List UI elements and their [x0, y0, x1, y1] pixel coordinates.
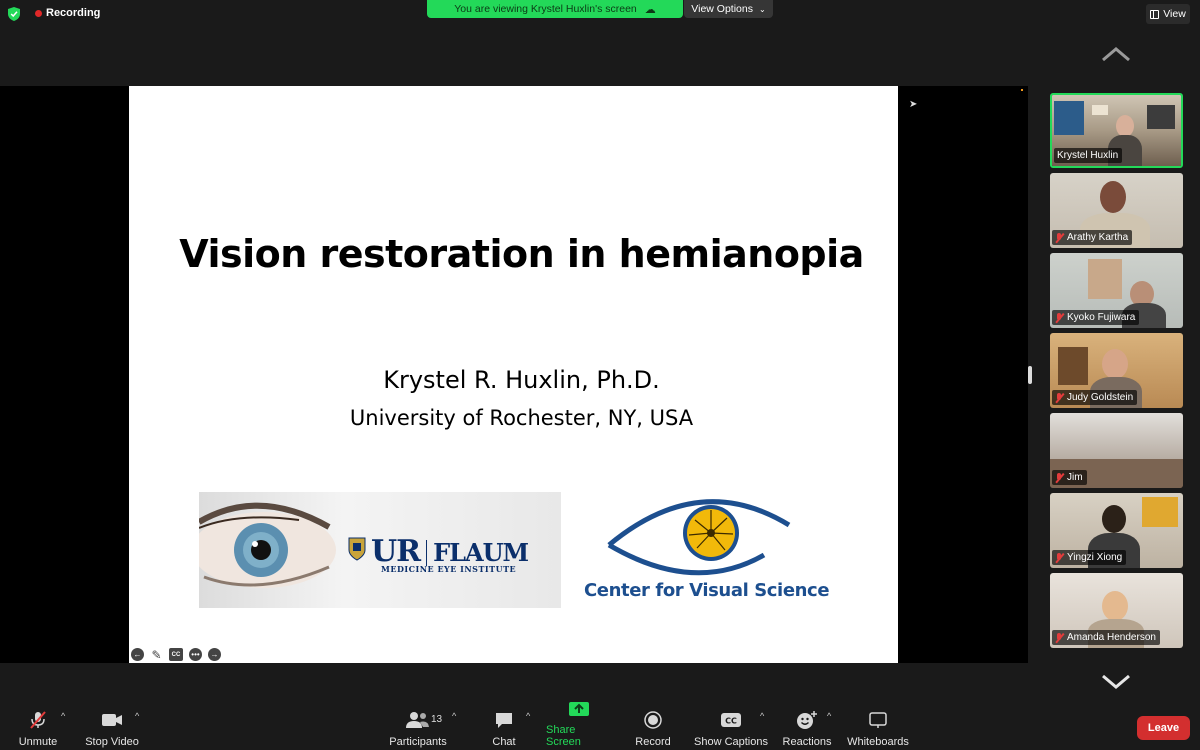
back-arrow-icon[interactable]: ← — [131, 648, 144, 661]
participant-name: Krystel Huxlin — [1054, 148, 1123, 163]
reactions-label: Reactions — [782, 736, 832, 748]
participant-count-badge: 13 — [431, 714, 443, 725]
microphone-muted-icon — [1055, 312, 1064, 323]
forward-arrow-icon[interactable]: → — [208, 648, 221, 661]
stop-video-label: Stop Video — [85, 736, 139, 748]
participant-tile-jim[interactable]: Jim — [1050, 413, 1183, 488]
microphone-muted-icon — [1055, 232, 1064, 243]
share-screen-label: Share Screen — [546, 724, 581, 748]
chevron-down-icon: ⌄ — [758, 4, 766, 14]
pen-icon[interactable]: ✎ — [150, 648, 163, 662]
slide-author: Krystel R. Huxlin, Ph.D. — [383, 366, 660, 394]
participant-tile-arathy[interactable]: Arathy Kartha — [1050, 173, 1183, 248]
participant-tile-judy[interactable]: Judy Goldstein — [1050, 333, 1183, 408]
cvs-logo-text: Center for Visual Science — [584, 580, 830, 601]
slide-institution: University of Rochester, NY, USA — [349, 406, 694, 430]
chat-options-caret-icon[interactable]: ^ — [526, 711, 530, 721]
university-seal-icon — [348, 537, 366, 561]
more-icon[interactable]: ••• — [189, 648, 202, 661]
layout-icon — [1150, 9, 1160, 19]
participants-button[interactable]: Participants — [388, 706, 448, 748]
participants-icon — [406, 712, 429, 728]
whiteboards-label: Whiteboards — [847, 736, 909, 748]
whiteboards-button[interactable]: Whiteboards — [846, 706, 910, 748]
participant-name: Arathy Kartha — [1052, 230, 1133, 245]
recording-dot-icon — [35, 9, 42, 17]
chat-label: Chat — [492, 736, 516, 748]
participant-name: Amanda Henderson — [1052, 630, 1160, 645]
view-options-label: View Options — [691, 3, 753, 15]
recording-label: Recording — [46, 7, 101, 19]
microphone-muted-icon — [1055, 472, 1064, 483]
ur-flaum-subtitle: MEDICINE EYE INSTITUTE — [381, 564, 517, 574]
captions-icon: CC — [721, 713, 741, 727]
shield-icon[interactable] — [8, 7, 20, 21]
reactions-options-caret-icon[interactable]: ^ — [827, 711, 831, 721]
participant-tile-amanda[interactable]: Amanda Henderson — [1050, 573, 1183, 648]
record-label: Record — [635, 736, 671, 748]
mouse-cursor-icon: ➤ — [909, 99, 918, 110]
slide-title: Vision restoration in hemianopia — [179, 232, 864, 276]
unmute-button[interactable]: Unmute — [14, 706, 62, 748]
flaum-wordmark: FLAUM — [433, 538, 529, 567]
panel-resize-handle[interactable] — [1028, 366, 1032, 384]
participants-options-caret-icon[interactable]: ^ — [452, 711, 456, 721]
view-button-label: View — [1163, 8, 1186, 20]
slide-controls: ← ✎ CC ••• → — [131, 648, 221, 662]
show-captions-label: Show Captions — [694, 736, 768, 748]
unmute-label: Unmute — [18, 736, 58, 748]
microphone-muted-icon — [30, 711, 46, 729]
participant-name: Yingzi Xiong — [1052, 550, 1127, 565]
ur-flaum-logo: UR FLAUM MEDICINE EYE INSTITUTE — [199, 492, 561, 608]
eye-photo-image — [199, 502, 336, 588]
audio-options-caret-icon[interactable]: ^ — [61, 711, 65, 721]
video-options-caret-icon[interactable]: ^ — [135, 711, 139, 721]
microphone-muted-icon — [1055, 552, 1064, 563]
chat-bubble-icon — [496, 713, 512, 728]
microphone-muted-icon — [1055, 632, 1064, 643]
participant-name: Kyoko Fujiwara — [1052, 310, 1140, 325]
share-screen-button[interactable]: Share Screen — [546, 702, 612, 748]
reactions-button[interactable]: Reactions — [782, 706, 832, 748]
record-button[interactable]: Record — [634, 706, 672, 748]
cvs-eye-logo — [607, 499, 791, 576]
captions-options-caret-icon[interactable]: ^ — [760, 711, 764, 721]
captions-icon[interactable]: CC — [169, 648, 183, 661]
presentation-slide: Vision restoration in hemianopia Krystel… — [129, 86, 898, 663]
top-bar: Recording You are viewing Krystel Huxlin… — [0, 0, 1200, 28]
status-dot — [1021, 89, 1023, 91]
participant-tile-yingzi[interactable]: Yingzi Xiong — [1050, 493, 1183, 568]
participant-name: Jim — [1052, 470, 1087, 485]
chevron-up-icon[interactable] — [1101, 46, 1131, 62]
microphone-muted-icon — [1055, 392, 1064, 403]
svg-text:CC: CC — [725, 717, 737, 726]
view-button[interactable]: View — [1146, 4, 1190, 24]
chat-button[interactable]: Chat — [488, 706, 520, 748]
share-screen-icon — [569, 702, 589, 716]
show-captions-button[interactable]: CC Show Captions — [694, 706, 768, 748]
record-icon — [644, 711, 662, 729]
participant-name: Judy Goldstein — [1052, 390, 1138, 405]
cloud-icon: ☁ — [644, 3, 656, 16]
stop-video-button[interactable]: Stop Video — [84, 706, 140, 748]
leave-button[interactable]: Leave — [1137, 716, 1190, 740]
participant-tile-kyoko[interactable]: Kyoko Fujiwara — [1050, 253, 1183, 328]
video-camera-icon — [102, 714, 122, 726]
participants-label: Participants — [389, 736, 447, 748]
participant-tile-krystel[interactable]: Krystel Huxlin — [1050, 93, 1183, 168]
view-options-button[interactable]: View Options ⌄ — [684, 0, 773, 18]
whiteboard-icon — [869, 712, 887, 728]
viewing-banner: You are viewing Krystel Huxlin's screen … — [427, 0, 683, 18]
smiley-plus-icon — [797, 711, 817, 729]
viewing-banner-text: You are viewing Krystel Huxlin's screen — [454, 3, 637, 15]
chevron-down-icon[interactable] — [1101, 674, 1131, 690]
recording-indicator[interactable]: Recording — [35, 7, 100, 19]
